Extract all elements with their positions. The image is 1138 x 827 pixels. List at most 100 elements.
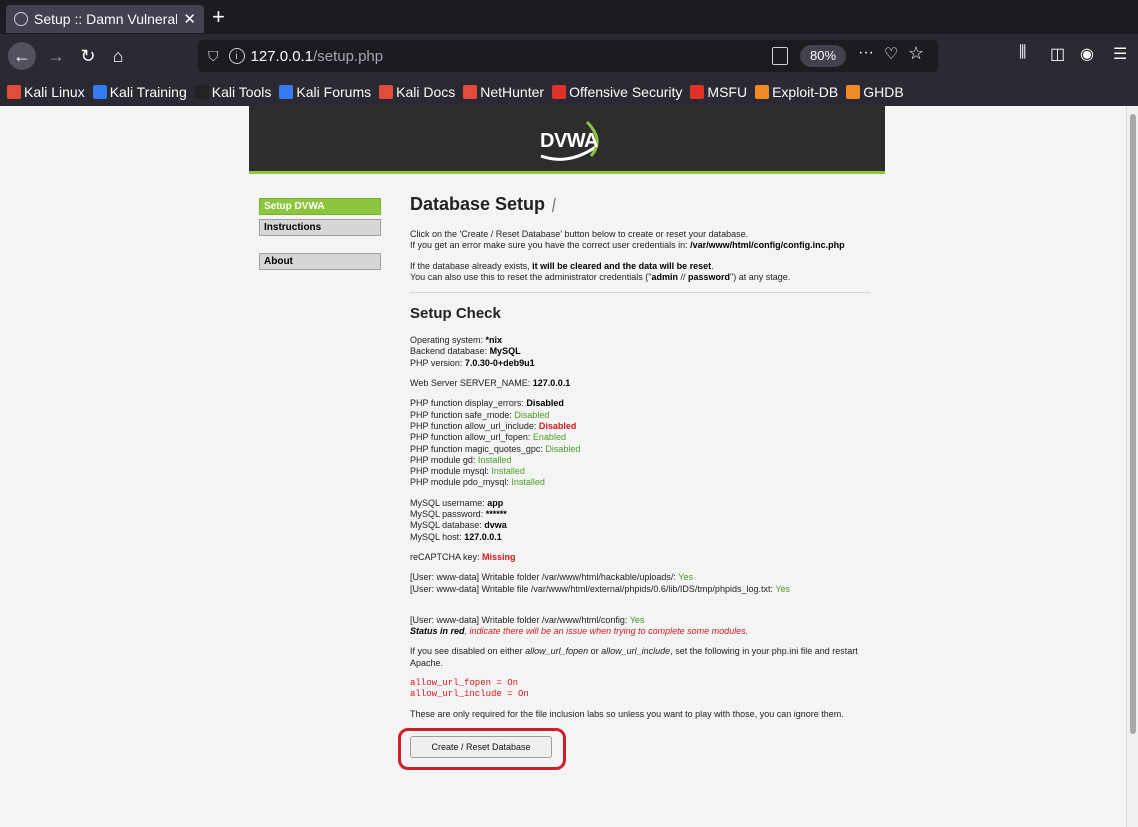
php-check-value: Disabled (514, 409, 550, 420)
bookmark-icon (755, 85, 770, 99)
writable-config-value: Yes (629, 614, 645, 625)
reset-paragraph: If the database already exists, it will … (410, 261, 880, 284)
close-icon[interactable]: ✕ (183, 10, 196, 28)
bookmark-item[interactable]: Kali Forums (279, 84, 371, 100)
bookmark-item[interactable]: MSFU (690, 84, 747, 100)
intro-line-1: Click on the 'Create / Reset Database' b… (410, 229, 749, 239)
menu-item-instructions[interactable]: Instructions (259, 219, 381, 236)
page-icon (14, 12, 28, 26)
pocket-icon[interactable]: ♡ (884, 44, 898, 64)
nav-bar: ← → ↻ ⌂ ⛉ i 127.0.0.1 /setup.php 80% ···… (0, 34, 1138, 78)
reset-line-2-end: ") at any stage. (730, 271, 791, 282)
shield-icon[interactable]: ⛉ (208, 48, 219, 65)
arrow-left-icon: ← (13, 45, 31, 66)
writable-phpids-value: Yes (775, 583, 791, 594)
disabled-note: If you see disabled on either allow_url_… (410, 646, 880, 669)
status-red-text: , indicate there will be an issue when t… (464, 626, 749, 637)
php-check-label: PHP module pdo_mysql: (410, 477, 512, 488)
bookmark-item[interactable]: Offensive Security (552, 84, 682, 100)
bookmark-icon (690, 85, 705, 99)
library-icon[interactable]: ⫼ (1019, 44, 1026, 62)
new-tab-button[interactable]: + (212, 4, 225, 30)
disabled-note-include: allow_url_include (601, 646, 671, 657)
bookmark-star-icon[interactable]: ☆ (908, 43, 924, 64)
bookmark-item[interactable]: Exploit-DB (755, 84, 838, 100)
bookmark-icon (846, 85, 861, 99)
menu-item-setup-dvwa[interactable]: Setup DVWA (259, 198, 381, 215)
server-label: Web Server SERVER_NAME: (410, 378, 533, 389)
bookmark-label: Exploit-DB (772, 84, 839, 100)
bookmark-item[interactable]: GHDB (846, 84, 904, 100)
reset-button-wrap: Create / Reset Database (398, 728, 580, 776)
url-bar[interactable]: ⛉ i 127.0.0.1 /setup.php 80% ··· ♡ ☆ (198, 40, 938, 72)
page-title-text: Database Setup (410, 194, 546, 214)
php-check-value: Disabled (545, 443, 581, 454)
config-path: /var/www/html/config/config.inc.php (690, 240, 845, 251)
footer-note: These are only required for the file inc… (410, 709, 844, 720)
dvwa-logo[interactable]: DVWA (531, 116, 607, 164)
hamburger-menu-icon[interactable]: ☰ (1113, 44, 1127, 64)
more-actions-icon[interactable]: ··· (858, 44, 874, 62)
bookmark-item[interactable]: Kali Linux (7, 84, 85, 100)
writable-uploads-label: [User: www-data] Writable folder /var/ww… (410, 572, 679, 583)
bookmark-item[interactable]: Kali Docs (379, 84, 455, 100)
bookmark-label: Kali Docs (396, 84, 456, 100)
reset-line-1: If the database already exists, (410, 260, 533, 271)
scrollbar[interactable] (1126, 106, 1138, 827)
code-line-2: allow_url_include = On (410, 689, 529, 700)
reload-icon: ↻ (80, 45, 96, 66)
reader-view-icon[interactable] (772, 47, 788, 65)
writable-checks: [User: www-data] Writable folder /var/ww… (410, 572, 880, 595)
bookmark-icon (379, 85, 394, 99)
php-check-value: Installed (491, 466, 525, 477)
arrow-right-icon: → (47, 45, 65, 66)
bookmark-item[interactable]: NetHunter (463, 84, 544, 100)
url-path: /setup.php (313, 47, 384, 65)
create-reset-database-button[interactable]: Create / Reset Database (410, 736, 552, 759)
php-checks: PHP function display_errors: Disabled PHP… (410, 398, 880, 488)
info-icon[interactable]: i (228, 48, 245, 64)
php-check-value: Installed (477, 454, 512, 465)
php-check-value: Disabled (538, 420, 577, 431)
dvwa-header: DVWA (249, 106, 885, 174)
bookmark-label: Offensive Security (569, 84, 683, 100)
recaptcha-label: reCAPTCHA key: (410, 551, 483, 562)
mysql-host-value: 127.0.0.1 (464, 531, 502, 542)
menu-item-about[interactable]: About (259, 253, 381, 270)
bookmark-item[interactable]: Kali Training (92, 84, 187, 100)
admin-password: password (688, 271, 731, 282)
bookmarks-bar: Kali Linux Kali Training Kali Tools Kali Fo… (0, 78, 1138, 106)
php-check-value: Installed (511, 477, 545, 488)
tab-setup[interactable]: Setup :: Damn Vulnerable ✕ (6, 5, 204, 33)
tab-title: Setup :: Damn Vulnerable (34, 11, 177, 27)
scrollbar-thumb[interactable] (1130, 114, 1136, 734)
bookmark-item[interactable]: Kali Tools (194, 84, 272, 100)
account-icon[interactable]: ◉ (1080, 44, 1094, 64)
side-menu: Setup DVWA Instructions About (259, 198, 381, 274)
reload-button[interactable]: ↻ (74, 42, 102, 70)
php-label: PHP version: (410, 357, 465, 368)
code-line-1: allow_url_fopen = On (410, 678, 519, 689)
mysql-db-value: dvwa (484, 520, 507, 531)
config-writable: [User: www-data] Writable folder /var/ww… (410, 615, 880, 638)
recaptcha-info: reCAPTCHA key: Missing (410, 552, 880, 563)
bookmark-label: NetHunter (480, 84, 545, 100)
db-label: Backend database: (410, 346, 490, 357)
home-button[interactable]: ⌂ (104, 42, 132, 70)
db-value: MySQL (489, 346, 521, 357)
recaptcha-value: Missing (482, 551, 516, 562)
home-icon: ⌂ (112, 45, 124, 66)
zoom-badge[interactable]: 80% (800, 45, 847, 67)
sidebar-icon[interactable]: ◫ (1050, 44, 1065, 64)
php-check-value: Disabled (526, 398, 564, 409)
server-value: 127.0.0.1 (532, 378, 571, 389)
writable-config-label: [User: www-data] Writable folder /var/ww… (410, 614, 630, 625)
system-info: Operating system: *nix Backend database:… (410, 335, 880, 369)
disabled-note-fopen: allow_url_fopen (525, 646, 589, 657)
back-button[interactable]: ← (8, 42, 36, 70)
bookmark-label: GHDB (863, 84, 904, 100)
php-check-label: PHP function safe_mode: (410, 409, 515, 420)
bookmark-label: MSFU (707, 84, 748, 100)
bookmark-label: Kali Tools (211, 84, 272, 100)
forward-button[interactable]: → (42, 42, 70, 70)
